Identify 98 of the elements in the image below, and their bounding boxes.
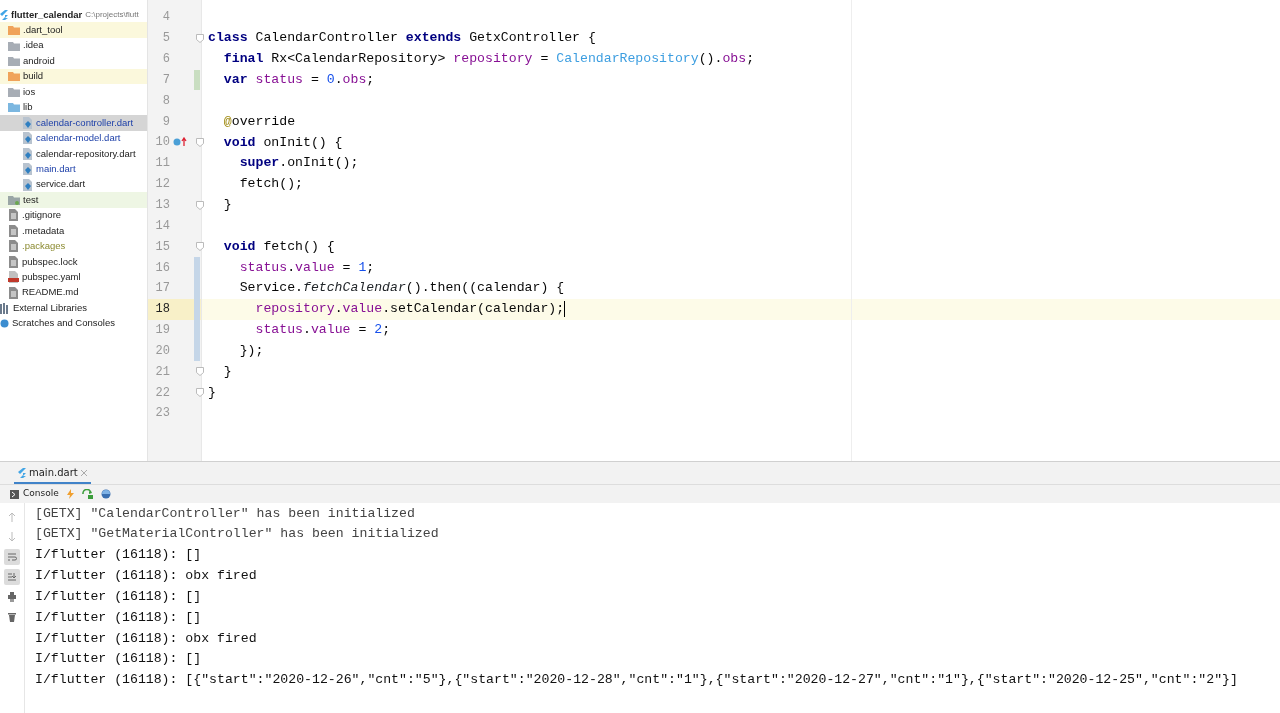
tree-item[interactable]: pubspec.lock <box>0 254 147 270</box>
folder-icon <box>8 25 20 36</box>
code-line: } <box>222 196 232 215</box>
console-icon <box>10 489 19 499</box>
line-number: 4 <box>161 9 170 27</box>
line-number: 20 <box>154 342 170 360</box>
file-icon <box>8 224 19 237</box>
line-number: 18 <box>154 301 170 319</box>
file-icon <box>22 163 33 176</box>
tree-item[interactable]: .idea <box>0 37 147 54</box>
tree-item[interactable]: service.dart <box>0 176 147 193</box>
flutter-icon <box>18 467 26 478</box>
code-line: void fetch() { <box>222 237 335 256</box>
file-icon <box>8 255 19 268</box>
console-line: [GETX] "GetMaterialController" has been initialized <box>35 525 440 544</box>
file-icon <box>22 147 33 160</box>
code-line: final Rx<CalendarRepository> repository = CalendarRepository().obs; <box>222 50 755 69</box>
console-line: I/flutter (16118): [{"start":"2020-12-26","cnt":"5"},{"start":"2020-12-28","cnt":"1"},{"start":"2020-12-27","cnt":"1"},{"start":"2020-12-25","cnt":"2"}] <box>35 671 1238 690</box>
console-line: I/flutter (16118): obx fired <box>35 629 258 648</box>
wrap-icon[interactable] <box>7 552 17 562</box>
code-line: @override <box>222 112 296 131</box>
line-number: 22 <box>154 384 170 402</box>
tree-item[interactable]: calendar-repository.dart <box>0 145 147 162</box>
console-line: [GETX] "CalendarController" has been initialized <box>35 504 416 523</box>
code-line: repository.value.setCalendar(calendar); <box>254 300 565 319</box>
folder-icon <box>8 194 20 205</box>
console-line: I/flutter (16118): [] <box>35 650 203 669</box>
file-icon <box>22 132 33 145</box>
folder-icon <box>8 71 20 82</box>
line-number: 5 <box>161 30 170 48</box>
line-number: 19 <box>154 322 170 340</box>
code-line: } <box>222 362 232 381</box>
console-line: I/flutter (16118): [] <box>35 608 203 627</box>
line-number: 13 <box>154 197 170 214</box>
tree-item[interactable]: .metadata <box>0 223 147 239</box>
tree-item[interactable]: External Libraries <box>0 300 147 316</box>
tree-item[interactable]: calendar-controller.dart <box>0 115 147 131</box>
project-name: flutter_calendar <box>11 7 83 22</box>
line-number: 7 <box>161 71 170 89</box>
library-icon <box>0 302 10 314</box>
tree-item[interactable]: .gitignore <box>0 207 147 224</box>
code-line: status.value = 1; <box>238 258 375 277</box>
code-line: }); <box>238 342 264 360</box>
tree-item[interactable]: lib <box>0 99 147 116</box>
devtools-icon <box>100 489 111 499</box>
line-number: 14 <box>154 217 170 235</box>
flutter-icon <box>0 9 8 20</box>
tree-item[interactable]: build <box>0 68 147 85</box>
code-line: super.onInit(); <box>238 154 359 173</box>
console-line: I/flutter (16118): [] <box>35 587 203 606</box>
line-number: 16 <box>154 259 170 277</box>
line-number: 6 <box>161 51 170 69</box>
tree-item[interactable]: .packages <box>0 238 147 254</box>
line-number: 9 <box>161 113 170 131</box>
file-icon <box>8 240 19 253</box>
file-icon <box>22 116 33 129</box>
file-icon <box>8 271 19 284</box>
reload-icon <box>81 489 93 499</box>
line-number: 17 <box>154 280 170 298</box>
line-number: 23 <box>154 405 170 423</box>
lightning-icon <box>66 489 74 499</box>
tree-item[interactable]: .dart_tool <box>0 22 147 38</box>
line-number: 12 <box>154 176 170 194</box>
line-number: 10 <box>154 134 170 152</box>
console-line: I/flutter (16118): [] <box>35 546 203 565</box>
file-icon <box>8 286 19 299</box>
code-line: void onInit() { <box>222 133 343 152</box>
tree-item[interactable]: calendar-model.dart <box>0 130 147 146</box>
trash-icon[interactable] <box>7 612 17 622</box>
code-line: } <box>208 383 216 402</box>
line-number: 21 <box>154 363 170 381</box>
run-tab[interactable]: main.dart <box>14 465 91 484</box>
folder-icon <box>8 40 20 51</box>
text-cursor <box>564 301 566 318</box>
tree-item[interactable]: ios <box>0 84 147 100</box>
folder-icon <box>8 102 20 113</box>
close-icon <box>80 469 87 476</box>
code-line: var status = 0.obs; <box>222 71 375 90</box>
scroll-end-icon[interactable] <box>7 572 17 582</box>
line-number: 8 <box>161 92 170 110</box>
tree-item[interactable]: pubspec.yaml <box>0 269 147 285</box>
project-path: C:\projects\flutt <box>85 8 139 21</box>
line-number: 15 <box>154 238 170 256</box>
code-line: status.value = 2; <box>254 321 391 340</box>
tree-item[interactable]: test <box>0 192 147 208</box>
console-tab[interactable]: Console <box>10 487 59 501</box>
code-line: class CalendarController extends GetxController { <box>208 29 596 48</box>
tree-item[interactable]: README.md <box>0 284 147 301</box>
console-icon <box>0 318 9 328</box>
console-line: I/flutter (16118): obx fired <box>35 567 258 586</box>
tree-item[interactable]: Scratches and Consoles <box>0 315 147 332</box>
code-line: Service.fetchCalendar().then((calendar) { <box>238 279 565 298</box>
line-number: 11 <box>154 155 170 173</box>
file-icon <box>8 209 19 222</box>
tree-item[interactable]: android <box>0 53 147 69</box>
tree-item[interactable]: main.dart <box>0 161 147 177</box>
code-line: fetch(); <box>238 175 303 194</box>
file-icon <box>22 178 33 191</box>
